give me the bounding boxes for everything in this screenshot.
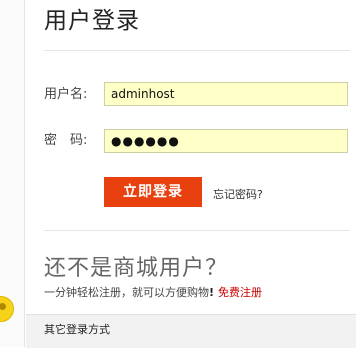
password-input[interactable]: ●●●●●● bbox=[104, 129, 348, 153]
other-login-label: 其它登录方式 bbox=[44, 323, 110, 336]
register-heading: 还不是商城用户？ bbox=[44, 256, 229, 281]
register-promo-text: 一分钟轻松注册，就可以方便购物 bbox=[44, 286, 209, 299]
free-register-link[interactable]: 免费注册 bbox=[218, 286, 262, 299]
section-divider bbox=[44, 230, 350, 231]
title-divider bbox=[44, 50, 350, 51]
forgot-password-link[interactable]: 忘记密码? bbox=[213, 186, 263, 202]
username-input[interactable]: adminhost bbox=[104, 82, 348, 106]
login-button[interactable]: 立即登录 bbox=[104, 177, 202, 207]
register-promo: 一分钟轻松注册，就可以方便购物! 免费注册 bbox=[44, 284, 262, 300]
username-label: 用户名: bbox=[44, 87, 88, 102]
left-border bbox=[0, 0, 25, 347]
password-label: 密 码: bbox=[44, 133, 88, 148]
page-title: 用户登录 bbox=[44, 8, 140, 34]
register-promo-exclaim: ! bbox=[209, 286, 215, 299]
